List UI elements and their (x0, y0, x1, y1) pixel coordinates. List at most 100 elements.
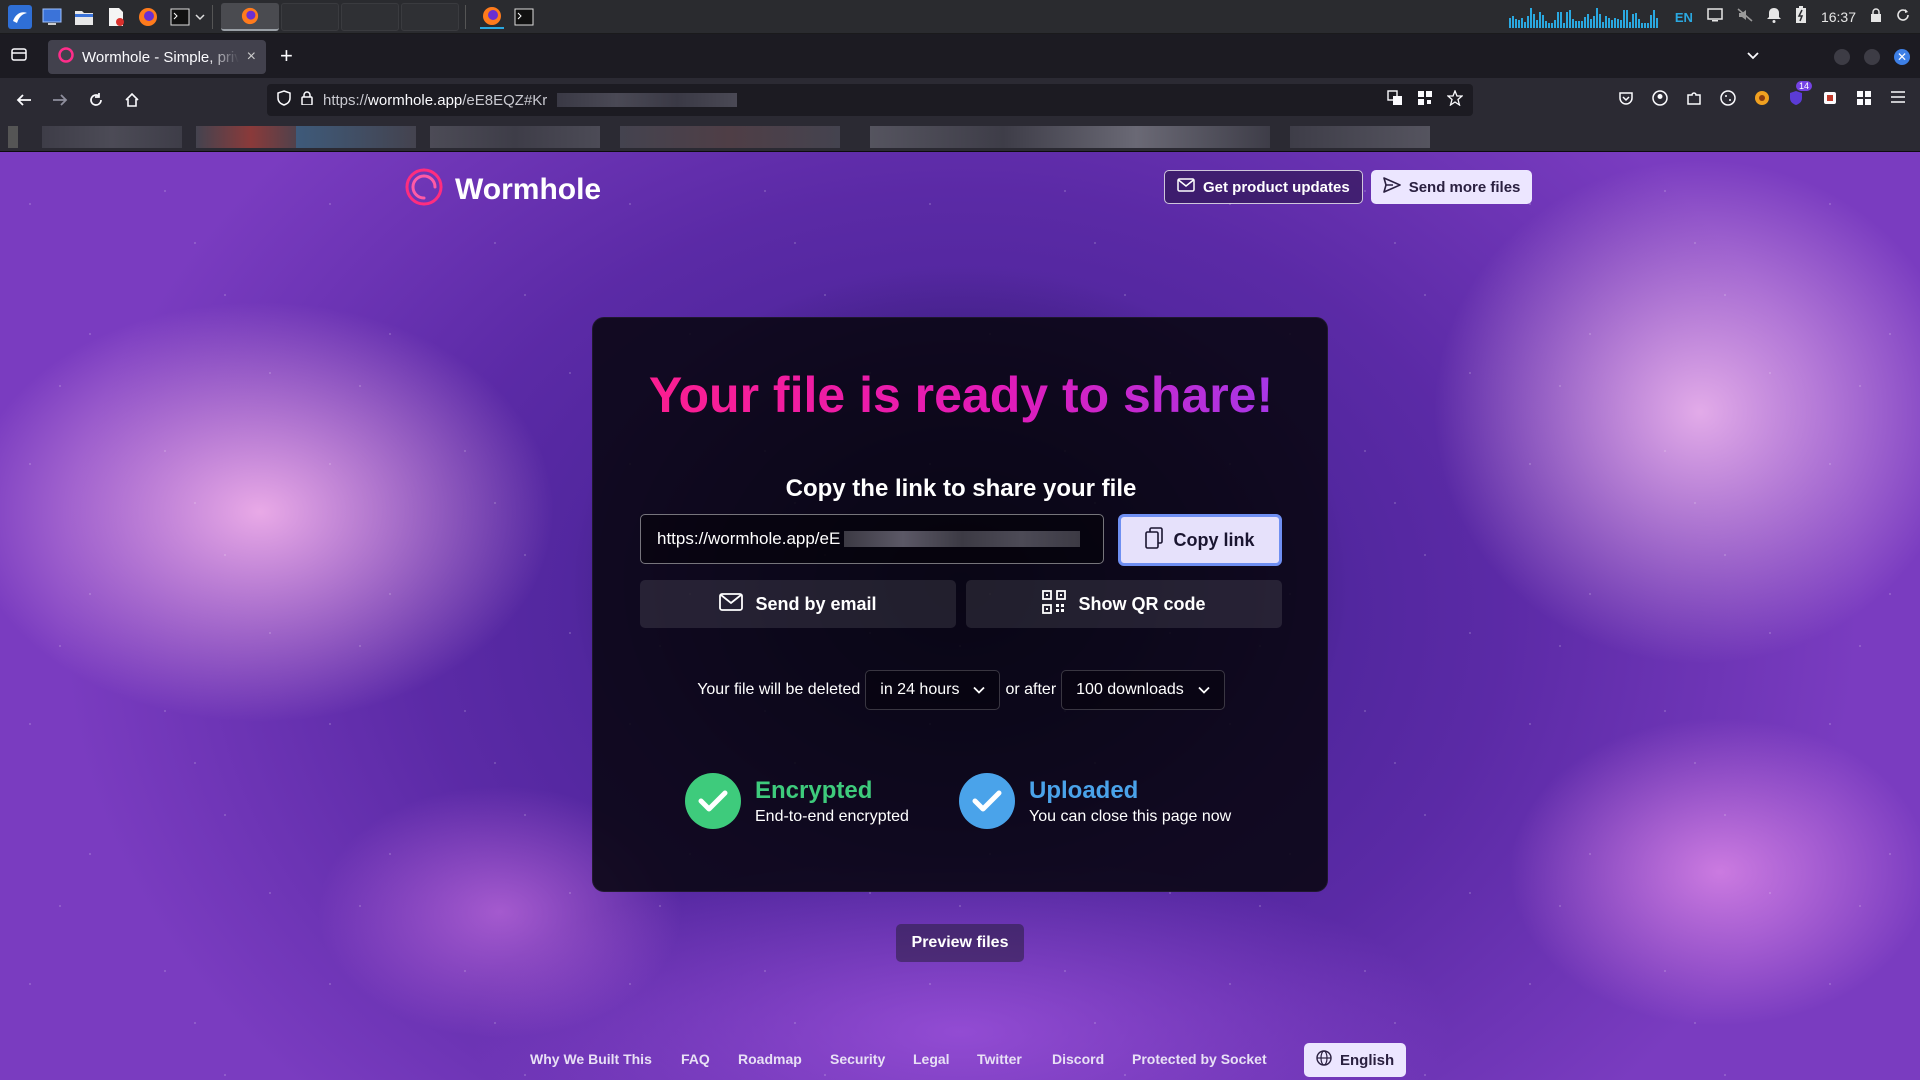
bookmark-item[interactable] (620, 126, 840, 148)
language-selector-button[interactable]: English (1304, 1043, 1407, 1077)
pocket-icon[interactable] (1618, 90, 1634, 110)
translate-icon[interactable] (1387, 90, 1403, 110)
bookmark-item[interactable] (430, 126, 600, 148)
mail-icon (719, 592, 744, 616)
new-tab-button[interactable]: + (280, 45, 293, 67)
bookmark-item[interactable] (1290, 126, 1430, 148)
clock[interactable]: 16:37 (1821, 9, 1856, 25)
text-editor-icon[interactable] (104, 5, 128, 29)
audio-bar (1550, 23, 1553, 28)
power-menu-icon[interactable] (1896, 8, 1910, 27)
terminal-launcher-icon[interactable] (168, 5, 192, 29)
audio-bar (1640, 23, 1643, 28)
notifications-bell-icon[interactable] (1766, 7, 1781, 28)
list-all-tabs-icon[interactable] (10, 46, 28, 67)
audio-bar (1553, 20, 1556, 28)
bookmark-item[interactable] (196, 126, 306, 148)
lock-screen-icon[interactable] (1870, 7, 1882, 27)
site-security-lock-icon[interactable] (301, 90, 313, 110)
minimize-window-button[interactable] (1834, 49, 1850, 65)
volume-muted-icon[interactable] (1737, 7, 1753, 27)
tab-close-icon[interactable]: × (247, 48, 256, 66)
audio-bar (1508, 18, 1511, 28)
footer-link-legal[interactable]: Legal (913, 1051, 950, 1067)
display-icon[interactable] (1707, 7, 1723, 27)
encrypted-description: End-to-end encrypted (755, 807, 909, 825)
chevron-down-icon[interactable] (194, 5, 206, 29)
copy-link-button[interactable]: Copy link (1118, 514, 1282, 566)
copy-link-label: Copy link (1173, 529, 1255, 550)
tab-overflow-chevron-icon[interactable] (1746, 48, 1760, 66)
file-manager-icon[interactable] (72, 5, 96, 29)
share-card: Your file is ready to share! Copy the li… (592, 317, 1328, 892)
qr-code-icon[interactable] (1417, 90, 1433, 110)
workspace-2[interactable] (281, 2, 339, 31)
address-bar[interactable]: https://wormhole.app/eE8EQZ#Kr (267, 84, 1473, 116)
expire-time-select[interactable]: in 24 hours (865, 670, 1001, 710)
show-qr-code-button[interactable]: Show QR code (966, 580, 1282, 628)
firefox-window-icon[interactable] (480, 5, 504, 29)
footer-link-security[interactable]: Security (830, 1051, 885, 1067)
forward-button[interactable] (42, 84, 78, 116)
account-icon[interactable] (1652, 90, 1668, 110)
share-link-field[interactable]: https://wormhole.app/eE (640, 514, 1104, 564)
audio-bar (1652, 10, 1655, 28)
home-button[interactable] (114, 84, 150, 116)
expire-middle-text: or after (1005, 681, 1057, 698)
get-product-updates-label: Get product updates (1203, 178, 1350, 196)
keyboard-layout-indicator[interactable]: EN (1675, 10, 1693, 25)
footer-link-why-we-built-this[interactable]: Why We Built This (530, 1051, 652, 1067)
expire-downloads-value: 100 downloads (1076, 681, 1184, 698)
url-text[interactable]: https://wormhole.app/eE8EQZ#Kr (323, 92, 547, 109)
send-more-files-button[interactable]: Send more files (1370, 170, 1533, 204)
send-by-email-button[interactable]: Send by email (640, 580, 956, 628)
shield-extension-icon[interactable]: 14 (1788, 81, 1812, 110)
grid-extension-icon[interactable] (1856, 90, 1872, 110)
audio-bar (1625, 10, 1628, 28)
back-button[interactable] (6, 84, 42, 116)
audio-bar (1628, 22, 1631, 28)
audio-bar (1598, 14, 1601, 28)
battery-charging-icon[interactable] (1795, 5, 1807, 29)
orange-extension-icon[interactable] (1754, 90, 1770, 110)
redacted-link-region (844, 531, 1081, 547)
footer-link-faq[interactable]: FAQ (681, 1051, 710, 1067)
firefox-launcher-icon[interactable] (136, 5, 160, 29)
containers-extension-icon[interactable] (1822, 90, 1838, 110)
workspace-4[interactable] (401, 2, 459, 31)
expire-downloads-select[interactable]: 100 downloads (1061, 670, 1225, 710)
preview-files-button[interactable]: Preview files (896, 924, 1024, 962)
bookmark-item[interactable] (8, 126, 18, 148)
tab-wormhole[interactable]: Wormhole - Simple, private × (48, 40, 266, 74)
bookmarks-toolbar (0, 122, 1920, 152)
extensions-puzzle-icon[interactable] (1686, 90, 1702, 110)
audio-bar (1571, 19, 1574, 28)
tracking-protection-shield-icon[interactable] (277, 89, 291, 111)
app-launcher-icon[interactable] (8, 4, 32, 29)
cookie-extension-icon[interactable] (1720, 90, 1736, 110)
check-circle-icon (685, 773, 741, 829)
taskbar-window-firefox[interactable] (221, 2, 279, 31)
footer-link-roadmap[interactable]: Roadmap (738, 1051, 802, 1067)
workspace-3[interactable] (341, 2, 399, 31)
bookmark-item[interactable] (296, 126, 416, 148)
footer-link-protected-by-socket[interactable]: Protected by Socket (1132, 1051, 1267, 1067)
hamburger-menu-icon[interactable] (1890, 90, 1906, 110)
close-window-button[interactable]: ✕ (1894, 49, 1910, 65)
language-label: English (1340, 1051, 1395, 1069)
maximize-window-button[interactable] (1864, 49, 1880, 65)
terminal-window-icon[interactable] (512, 5, 536, 29)
wormhole-logo[interactable]: Wormhole (403, 166, 601, 213)
footer-link-discord[interactable]: Discord (1052, 1051, 1104, 1067)
audio-bar (1586, 14, 1589, 28)
desktop-icon[interactable] (40, 5, 64, 29)
bookmark-item[interactable] (42, 126, 182, 148)
reload-button[interactable] (78, 84, 114, 116)
footer-link-twitter[interactable]: Twitter (977, 1051, 1022, 1067)
show-qr-code-label: Show QR code (1078, 593, 1206, 614)
bookmark-item[interactable] (870, 126, 1270, 148)
audio-bar (1610, 20, 1613, 28)
bookmark-star-icon[interactable] (1446, 89, 1464, 110)
get-product-updates-button[interactable]: Get product updates (1164, 170, 1363, 204)
uploaded-title: Uploaded (1029, 776, 1139, 804)
